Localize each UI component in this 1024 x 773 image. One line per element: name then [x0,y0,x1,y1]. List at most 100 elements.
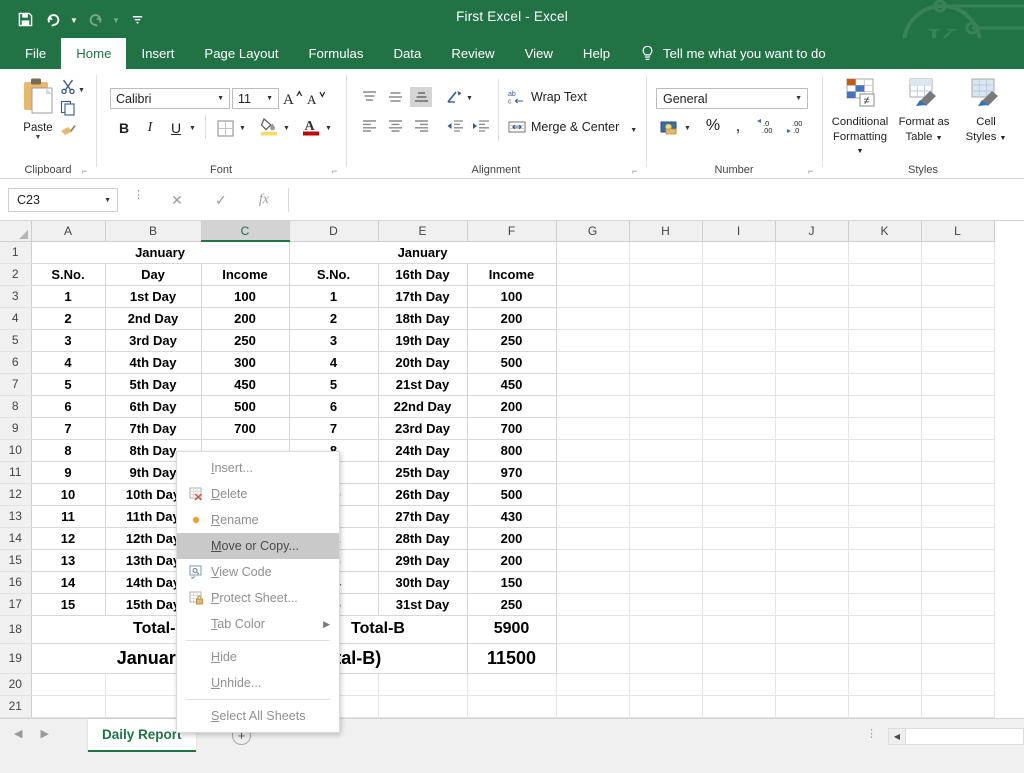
tell-me-search[interactable]: Tell me what you want to do [640,38,826,69]
merge-center-button[interactable]: Merge & Center ▼ [508,119,637,135]
cell-j13[interactable] [775,505,849,528]
cell-b4[interactable]: 2nd Day [105,307,202,330]
cell-d7[interactable]: 5 [289,373,379,396]
cell-l11[interactable] [921,461,995,484]
cell-g1[interactable] [556,241,630,264]
cell-f13[interactable]: 430 [467,505,557,528]
cell-f2-income-right[interactable]: Income [467,263,557,286]
cell-e16[interactable]: 30th Day [378,571,468,594]
italic-button[interactable]: I [140,117,160,139]
column-header-g[interactable]: G [556,221,630,242]
cell-a4[interactable]: 2 [31,307,106,330]
cell-g3[interactable] [556,285,630,308]
cell-a14[interactable]: 12 [31,527,106,550]
menu-item-tab-color[interactable]: Tab Color ▶ [177,611,339,637]
next-sheet-icon[interactable]: ▶ [40,727,48,740]
cell-g10[interactable] [556,439,630,462]
font-family-input[interactable]: Calibri ▼ [110,88,230,109]
cell-c7[interactable]: 450 [201,373,290,396]
menu-item-protect-sheet[interactable]: Protect Sheet... [177,585,339,611]
cell-d6[interactable]: 4 [289,351,379,374]
cell-a15[interactable]: 13 [31,549,106,572]
cell-k5[interactable] [848,329,922,352]
cell-c9[interactable]: 700 [201,417,290,440]
column-header-i[interactable]: I [702,221,776,242]
cell-f8[interactable]: 200 [467,395,557,418]
cell-e13[interactable]: 27th Day [378,505,468,528]
cell-b7[interactable]: 5th Day [105,373,202,396]
underline-dropdown-icon[interactable]: ▼ [189,125,196,132]
cell-e8[interactable]: 22nd Day [378,395,468,418]
cell-a20[interactable] [31,673,106,696]
cell-j2[interactable] [775,263,849,286]
menu-item-move-or-copy[interactable]: Move or Copy... [177,533,339,559]
cell-f15[interactable]: 200 [467,549,557,572]
cell-total-b-value[interactable]: 5900 [467,615,557,644]
cell-i13[interactable] [702,505,776,528]
cell-k17[interactable] [848,593,922,616]
cell-l20[interactable] [921,673,995,696]
cell-f10[interactable]: 800 [467,439,557,462]
cell-a7[interactable]: 5 [31,373,106,396]
copy-icon[interactable] [56,97,80,119]
cell-g20[interactable] [556,673,630,696]
cell-i10[interactable] [702,439,776,462]
cell-l9[interactable] [921,417,995,440]
cell-h10[interactable] [629,439,703,462]
cell-k15[interactable] [848,549,922,572]
cell-j19[interactable] [775,643,849,674]
cell-f14[interactable]: 200 [467,527,557,550]
number-format-dropdown-icon[interactable]: ▼ [795,95,807,102]
menu-item-delete[interactable]: Delete [177,481,339,507]
middle-align-icon[interactable] [384,87,406,107]
cell-g11[interactable] [556,461,630,484]
cell-k10[interactable] [848,439,922,462]
cell-c6[interactable]: 300 [201,351,290,374]
tab-page-layout[interactable]: Page Layout [189,38,293,69]
cell-i17[interactable] [702,593,776,616]
decrease-font-size-icon[interactable]: A [306,87,328,109]
cell-h1[interactable] [629,241,703,264]
cell-k12[interactable] [848,483,922,506]
cell-a3[interactable]: 1 [31,285,106,308]
alignment-dialog-launcher[interactable]: ⌐ [632,166,642,176]
cell-k14[interactable] [848,527,922,550]
cell-d9[interactable]: 7 [289,417,379,440]
cell-g14[interactable] [556,527,630,550]
cell-i2[interactable] [702,263,776,286]
cell-k2[interactable] [848,263,922,286]
tab-formulas[interactable]: Formulas [293,38,378,69]
cell-g6[interactable] [556,351,630,374]
cell-k3[interactable] [848,285,922,308]
scroll-track[interactable] [906,729,1023,744]
align-left-icon[interactable] [358,116,380,136]
tab-view[interactable]: View [510,38,568,69]
cell-a11[interactable]: 9 [31,461,106,484]
cell-j21[interactable] [775,695,849,718]
row-header-8[interactable]: 8 [0,395,32,418]
cell-l18[interactable] [921,615,995,644]
cell-a10[interactable]: 8 [31,439,106,462]
cell-d1-january-right[interactable]: January [289,241,557,264]
cell-l17[interactable] [921,593,995,616]
increase-decimal-icon[interactable]: .0.00 [756,115,782,137]
cell-i3[interactable] [702,285,776,308]
cell-l13[interactable] [921,505,995,528]
spreadsheet-grid[interactable]: A B C D E F G H I J K L 1 January Januar… [0,221,1024,718]
font-dialog-launcher[interactable]: ⌐ [332,166,342,176]
cell-l2[interactable] [921,263,995,286]
menu-item-select-all-sheets[interactable]: Select All Sheets [177,703,339,729]
cell-j4[interactable] [775,307,849,330]
cell-j14[interactable] [775,527,849,550]
tab-data[interactable]: Data [378,38,436,69]
cell-a6[interactable]: 4 [31,351,106,374]
cell-i18[interactable] [702,615,776,644]
cell-h9[interactable] [629,417,703,440]
cell-f5[interactable]: 250 [467,329,557,352]
cell-l14[interactable] [921,527,995,550]
cell-g13[interactable] [556,505,630,528]
cell-l6[interactable] [921,351,995,374]
percent-style-button[interactable]: % [702,115,724,137]
cell-b9[interactable]: 7th Day [105,417,202,440]
cell-g16[interactable] [556,571,630,594]
